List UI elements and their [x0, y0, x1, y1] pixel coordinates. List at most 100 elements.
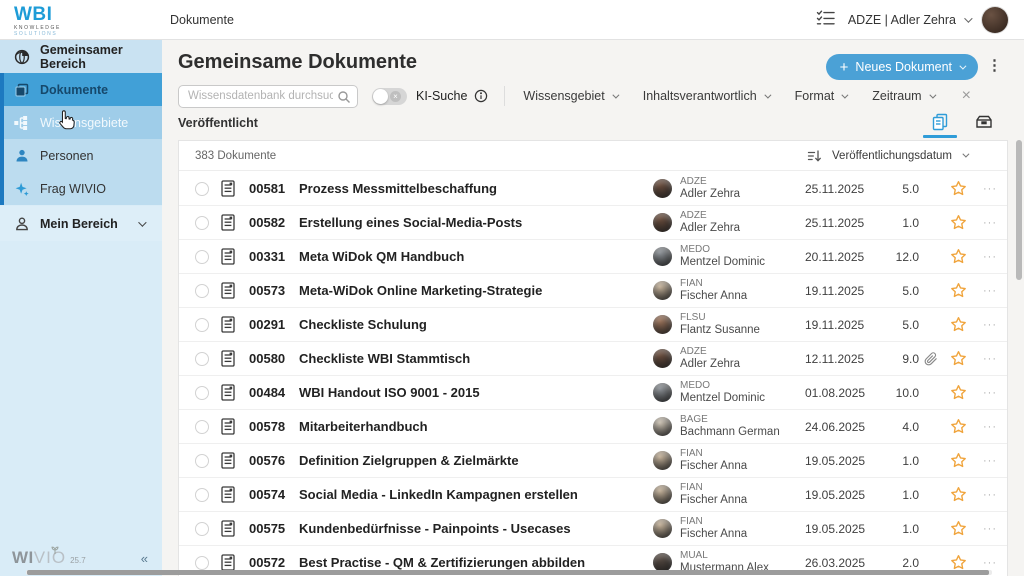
row-radio[interactable] [195, 318, 209, 332]
horizontal-scrollbar-thumb[interactable] [27, 570, 989, 575]
horizontal-scrollbar[interactable] [26, 570, 992, 575]
sidebar-collapse-button[interactable]: « [141, 551, 148, 566]
filter-zeitraum[interactable]: Zeitraum [872, 89, 933, 103]
archive-view-icon[interactable] [974, 112, 994, 132]
sidebar-item-wissensgebiete[interactable]: Wissensgebiete [0, 106, 162, 139]
sidebar-item-personen[interactable]: Personen [0, 139, 162, 172]
document-title: WBI Handout ISO 9001 - 2015 [299, 385, 653, 400]
avatar [653, 519, 672, 538]
table-row[interactable]: 00581 Prozess Messmittelbeschaffung ADZE… [179, 172, 1007, 206]
sidebar-item-dokumente[interactable]: Dokumente [0, 73, 162, 106]
task-list-icon[interactable] [816, 10, 836, 31]
user-menu-label[interactable]: ADZE | Adler Zehra [848, 13, 956, 27]
row-more-button[interactable]: ··· [973, 217, 1007, 229]
row-more-button[interactable]: ··· [973, 489, 1007, 501]
row-more-button[interactable]: ··· [973, 353, 1007, 365]
row-more-button[interactable]: ··· [973, 557, 1007, 569]
avatar [653, 383, 672, 402]
vertical-scrollbar[interactable] [1016, 130, 1022, 566]
documents-view-icon[interactable] [930, 112, 950, 132]
chevron-down-icon[interactable] [964, 14, 972, 22]
table-row[interactable]: 00576 Definition Zielgruppen & Zielmärkt… [179, 444, 1007, 478]
owner-cell: MEDO Mentzel Dominic [653, 380, 805, 405]
favorite-star-icon[interactable] [943, 180, 973, 197]
sort-control[interactable]: Veröffentlichungsdatum [807, 149, 967, 163]
favorite-star-icon[interactable] [943, 316, 973, 333]
table-row[interactable]: 00578 Mitarbeiterhandbuch BAGE Bachmann … [179, 410, 1007, 444]
favorite-star-icon[interactable] [943, 214, 973, 231]
divider [504, 86, 505, 106]
vertical-scrollbar-thumb[interactable] [1016, 140, 1022, 280]
version-number: 5.0 [885, 182, 919, 196]
more-options-button[interactable]: ⋮ [987, 56, 1002, 74]
row-radio[interactable] [195, 352, 209, 366]
row-radio[interactable] [195, 488, 209, 502]
favorite-star-icon[interactable] [943, 486, 973, 503]
table-row[interactable]: 00331 Meta WiDok QM Handbuch MEDO Mentze… [179, 240, 1007, 274]
search-input[interactable] [179, 86, 357, 107]
row-radio[interactable] [195, 522, 209, 536]
document-title: Erstellung eines Social-Media-Posts [299, 215, 653, 230]
publish-date: 19.05.2025 [805, 454, 885, 468]
document-list: 383 Dokumente Veröffentlichungsdatum 005… [178, 140, 1008, 576]
table-row[interactable]: 00580 Checkliste WBI Stammtisch ADZE Adl… [179, 342, 1007, 376]
favorite-star-icon[interactable] [943, 384, 973, 401]
favorite-star-icon[interactable] [943, 520, 973, 537]
owner-cell: FLSU Flantz Susanne [653, 312, 805, 337]
clear-filters-button[interactable]: × [962, 87, 971, 105]
avatar [653, 179, 672, 198]
version-number: 1.0 [885, 216, 919, 230]
person-icon [14, 148, 30, 164]
row-more-button[interactable]: ··· [973, 183, 1007, 195]
row-radio[interactable] [195, 182, 209, 196]
ki-suche-toggle[interactable]: × [372, 88, 407, 105]
owner-cell: FIAN Fischer Anna [653, 448, 805, 473]
row-radio[interactable] [195, 386, 209, 400]
publish-date: 26.03.2025 [805, 556, 885, 570]
version-number: 5.0 [885, 284, 919, 298]
row-more-button[interactable]: ··· [973, 319, 1007, 331]
favorite-star-icon[interactable] [943, 452, 973, 469]
row-more-button[interactable]: ··· [973, 455, 1007, 467]
document-id: 00576 [249, 453, 295, 468]
filter-inhaltsverantwortlich[interactable]: Inhaltsverantwortlich [643, 89, 769, 103]
document-id: 00291 [249, 317, 295, 332]
info-icon[interactable] [474, 89, 488, 103]
new-document-button[interactable]: + Neues Dokument [826, 54, 978, 80]
favorite-star-icon[interactable] [943, 282, 973, 299]
sidebar-item-mein-bereich[interactable]: Mein Bereich [0, 206, 162, 241]
row-radio[interactable] [195, 556, 209, 570]
favorite-star-icon[interactable] [943, 248, 973, 265]
sidebar-item-gemeinsamer-bereich[interactable]: Gemeinsamer Bereich [0, 40, 162, 73]
table-row[interactable]: 00291 Checkliste Schulung FLSU Flantz Su… [179, 308, 1007, 342]
row-radio[interactable] [195, 420, 209, 434]
row-radio[interactable] [195, 284, 209, 298]
row-radio[interactable] [195, 454, 209, 468]
avatar [653, 349, 672, 368]
table-row[interactable]: 00574 Social Media - LinkedIn Kampagnen … [179, 478, 1007, 512]
documents-icon [14, 82, 30, 98]
row-radio[interactable] [195, 216, 209, 230]
row-more-button[interactable]: ··· [973, 387, 1007, 399]
filter-format[interactable]: Format [795, 89, 847, 103]
filter-wissensgebiet[interactable]: Wissensgebiet [523, 89, 616, 103]
table-row[interactable]: 00582 Erstellung eines Social-Media-Post… [179, 206, 1007, 240]
user-avatar[interactable] [982, 7, 1008, 33]
tab-veroeffentlicht[interactable]: Veröffentlicht [178, 116, 258, 130]
document-title: Checkliste Schulung [299, 317, 653, 332]
row-more-button[interactable]: ··· [973, 421, 1007, 433]
favorite-star-icon[interactable] [943, 350, 973, 367]
row-more-button[interactable]: ··· [973, 251, 1007, 263]
row-radio[interactable] [195, 250, 209, 264]
favorite-star-icon[interactable] [943, 418, 973, 435]
favorite-star-icon[interactable] [943, 554, 973, 571]
row-more-button[interactable]: ··· [973, 523, 1007, 535]
table-row[interactable]: 00484 WBI Handout ISO 9001 - 2015 MEDO M… [179, 376, 1007, 410]
owner-cell: ADZE Adler Zehra [653, 176, 805, 201]
sidebar-item-frag-wivio[interactable]: Frag WIVIO [0, 172, 162, 205]
table-row[interactable]: 00573 Meta-WiDok Online Marketing-Strate… [179, 274, 1007, 308]
document-icon [221, 486, 237, 503]
ki-suche-label: KI-Suche [416, 89, 467, 103]
table-row[interactable]: 00575 Kundenbedürfnisse - Painpoints - U… [179, 512, 1007, 546]
row-more-button[interactable]: ··· [973, 285, 1007, 297]
